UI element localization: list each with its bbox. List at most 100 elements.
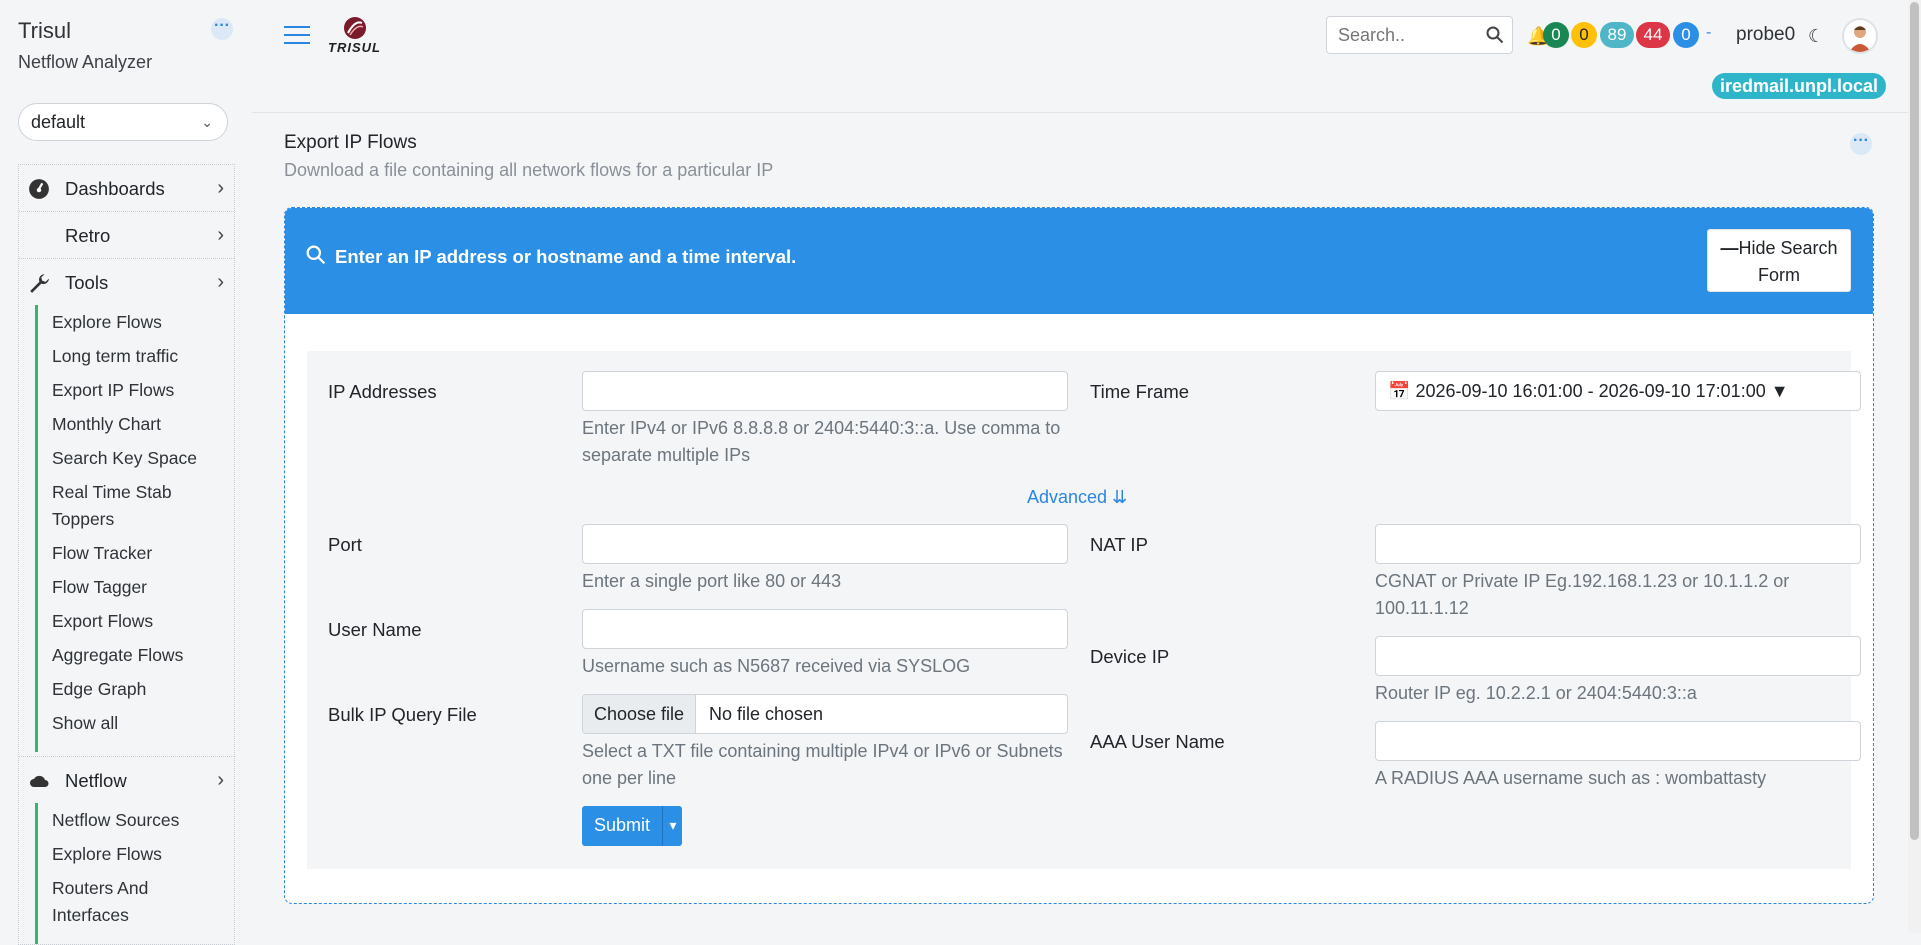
search-input[interactable] <box>1326 16 1478 54</box>
submenu-item-real-time-stab-toppers[interactable]: Real Time Stab Toppers <box>38 479 202 533</box>
tools-submenu: Explore Flows Long term traffic Export I… <box>35 305 234 752</box>
hamburger-menu-icon[interactable] <box>284 26 310 50</box>
device-ip-help: Router IP eg. 10.2.2.1 or 2404:5440:3::a <box>1375 683 1697 703</box>
alert-badge-teal[interactable]: 89 <box>1600 22 1634 48</box>
time-frame-label: Time Frame <box>1090 381 1190 402</box>
hide-search-form-button[interactable]: —Hide Search Form <box>1707 229 1851 292</box>
sidebar-item-retro[interactable]: Retro › <box>19 212 234 259</box>
time-frame-picker[interactable]: 📅 2026-09-10 16:01:00 - 2026-09-10 17:01… <box>1375 371 1861 411</box>
chevron-right-icon: › <box>217 177 224 199</box>
submenu-item-routers-and-interfaces[interactable]: Routers And Interfaces <box>38 875 182 929</box>
netflow-submenu: Netflow Sources Explore Flows Routers An… <box>35 803 234 944</box>
sidebar-item-dashboards[interactable]: Dashboards › <box>19 165 234 212</box>
nat-ip-help: CGNAT or Private IP Eg.192.168.1.23 or 1… <box>1375 571 1790 618</box>
page-title: Export IP Flows <box>284 132 417 153</box>
nat-ip-input[interactable] <box>1375 524 1861 564</box>
chevron-right-icon: › <box>217 224 224 246</box>
alert-badge-red[interactable]: 44 <box>1636 22 1670 48</box>
app-subtitle: Netflow Analyzer <box>18 52 153 72</box>
badge-separator: - <box>1706 24 1712 41</box>
device-ip-input[interactable] <box>1375 636 1861 676</box>
ip-addresses-help: Enter IPv4 or IPv6 8.8.8.8 or 2404:5440:… <box>582 418 1061 465</box>
app-name: Trisul <box>18 18 71 43</box>
submenu-item-export-ip-flows[interactable]: Export IP Flows <box>38 377 222 404</box>
submenu-item-explore-flows-netflow[interactable]: Explore Flows <box>38 841 222 868</box>
wrench-icon <box>30 274 49 293</box>
bulk-file-input[interactable]: Choose file No file chosen <box>582 694 1068 734</box>
bulk-ip-query-file-label: Bulk IP Query File <box>328 704 477 725</box>
submenu-item-export-flows[interactable]: Export Flows <box>38 608 222 635</box>
port-label: Port <box>328 534 362 555</box>
bulk-file-help: Select a TXT file containing multiple IP… <box>582 741 1063 788</box>
sidebar-nav: Dashboards › Retro › Tools › Explore Flo… <box>18 164 235 945</box>
calendar-icon: 📅 <box>1388 381 1411 401</box>
aaa-user-name-input[interactable] <box>1375 721 1861 761</box>
search-icon <box>1486 26 1504 44</box>
search-form: IP Addresses Enter IPv4 or IPv6 8.8.8.8 … <box>307 351 1861 869</box>
ip-addresses-label: IP Addresses <box>328 381 437 402</box>
sidebar-item-tools[interactable]: Tools › <box>19 259 234 305</box>
nat-ip-label: NAT IP <box>1090 534 1148 555</box>
device-ip-label: Device IP <box>1090 646 1170 667</box>
alert-badge-green[interactable]: 0 <box>1543 22 1569 48</box>
submenu-item-long-term-traffic[interactable]: Long term traffic <box>38 343 222 370</box>
search-card: Enter an IP address or hostname and a ti… <box>284 207 1874 904</box>
context-select[interactable]: default ⌄ <box>18 103 228 141</box>
search-card-header: Enter an IP address or hostname and a ti… <box>285 208 1873 314</box>
aaa-user-name-label: AAA User Name <box>1090 731 1225 752</box>
submenu-item-flow-tagger[interactable]: Flow Tagger <box>38 574 222 601</box>
submit-dropdown-toggle[interactable]: ▾ <box>662 806 683 846</box>
submenu-item-show-all[interactable]: Show all <box>38 710 222 737</box>
submenu-item-search-key-space[interactable]: Search Key Space <box>38 445 222 472</box>
page-subtitle: Download a file containing all network f… <box>284 160 774 180</box>
advanced-label: Advanced <box>1027 487 1108 507</box>
moon-icon[interactable]: ☾ <box>1808 26 1824 47</box>
hide-search-form-label: Hide Search Form <box>1738 238 1838 285</box>
submenu-item-aggregate-flows[interactable]: Aggregate Flows <box>38 642 222 669</box>
submenu-item-monthly-chart[interactable]: Monthly Chart <box>38 411 222 438</box>
sidebar-item-netflow[interactable]: Netflow › <box>19 756 234 803</box>
search-card-header-text: Enter an IP address or hostname and a ti… <box>335 246 797 267</box>
probe-name[interactable]: probe0 <box>1736 24 1795 46</box>
avatar[interactable] <box>1842 18 1878 54</box>
time-frame-value: 2026-09-10 16:01:00 - 2026-09-10 17:01:0… <box>1415 381 1766 401</box>
sidebar-item-label: Dashboards <box>65 178 165 199</box>
alert-badge-yellow[interactable]: 0 <box>1571 22 1597 48</box>
logo-text: TRISUL <box>328 40 381 55</box>
scrollbar-thumb[interactable] <box>1910 2 1919 840</box>
sidebar-item-label: Tools <box>65 272 109 293</box>
user-avatar-icon <box>1849 26 1871 52</box>
user-name-label: User Name <box>328 619 422 640</box>
chevron-right-icon: › <box>217 271 224 293</box>
cloud-icon <box>30 775 49 787</box>
search-button[interactable] <box>1477 16 1513 54</box>
ip-addresses-input[interactable] <box>582 371 1068 411</box>
user-name-input[interactable] <box>582 609 1068 649</box>
aaa-user-name-help: A RADIUS AAA username such as : wombatta… <box>1375 768 1767 788</box>
submenu-item-flow-tracker[interactable]: Flow Tracker <box>38 540 222 567</box>
choose-file-button[interactable]: Choose file <box>583 695 696 733</box>
sidebar-item-label: Retro <box>65 225 111 246</box>
dashboard-icon <box>29 179 49 199</box>
submenu-item-netflow-sources[interactable]: Netflow Sources <box>38 807 222 834</box>
advanced-toggle[interactable]: Advanced ⇊ <box>1027 487 1127 508</box>
vertical-scrollbar[interactable] <box>1908 0 1921 933</box>
hostname-badge: iredmail.unpl.local <box>1712 73 1887 99</box>
context-select-value: default <box>31 112 86 132</box>
alert-badge-blue[interactable]: 0 <box>1673 22 1699 48</box>
port-input[interactable] <box>582 524 1068 564</box>
no-file-text: No file chosen <box>709 704 824 724</box>
submit-label: Submit <box>594 815 651 835</box>
sidebar: Trisul Netflow Analyzer ··· default ⌄ Da… <box>0 0 252 945</box>
sidebar-item-label: Netflow <box>65 770 127 791</box>
sidebar-more-icon[interactable]: ··· <box>211 18 233 40</box>
search-icon <box>306 245 326 265</box>
submit-button[interactable]: Submit ▾ <box>582 806 682 846</box>
minus-icon: — <box>1720 238 1739 258</box>
user-name-help: Username such as N5687 received via SYSL… <box>582 656 971 676</box>
divider <box>252 112 1908 113</box>
submenu-item-explore-flows[interactable]: Explore Flows <box>38 309 222 336</box>
page-more-icon[interactable]: ··· <box>1850 133 1872 155</box>
submenu-item-edge-graph[interactable]: Edge Graph <box>38 676 222 703</box>
caret-down-icon: ▼ <box>1770 381 1789 401</box>
